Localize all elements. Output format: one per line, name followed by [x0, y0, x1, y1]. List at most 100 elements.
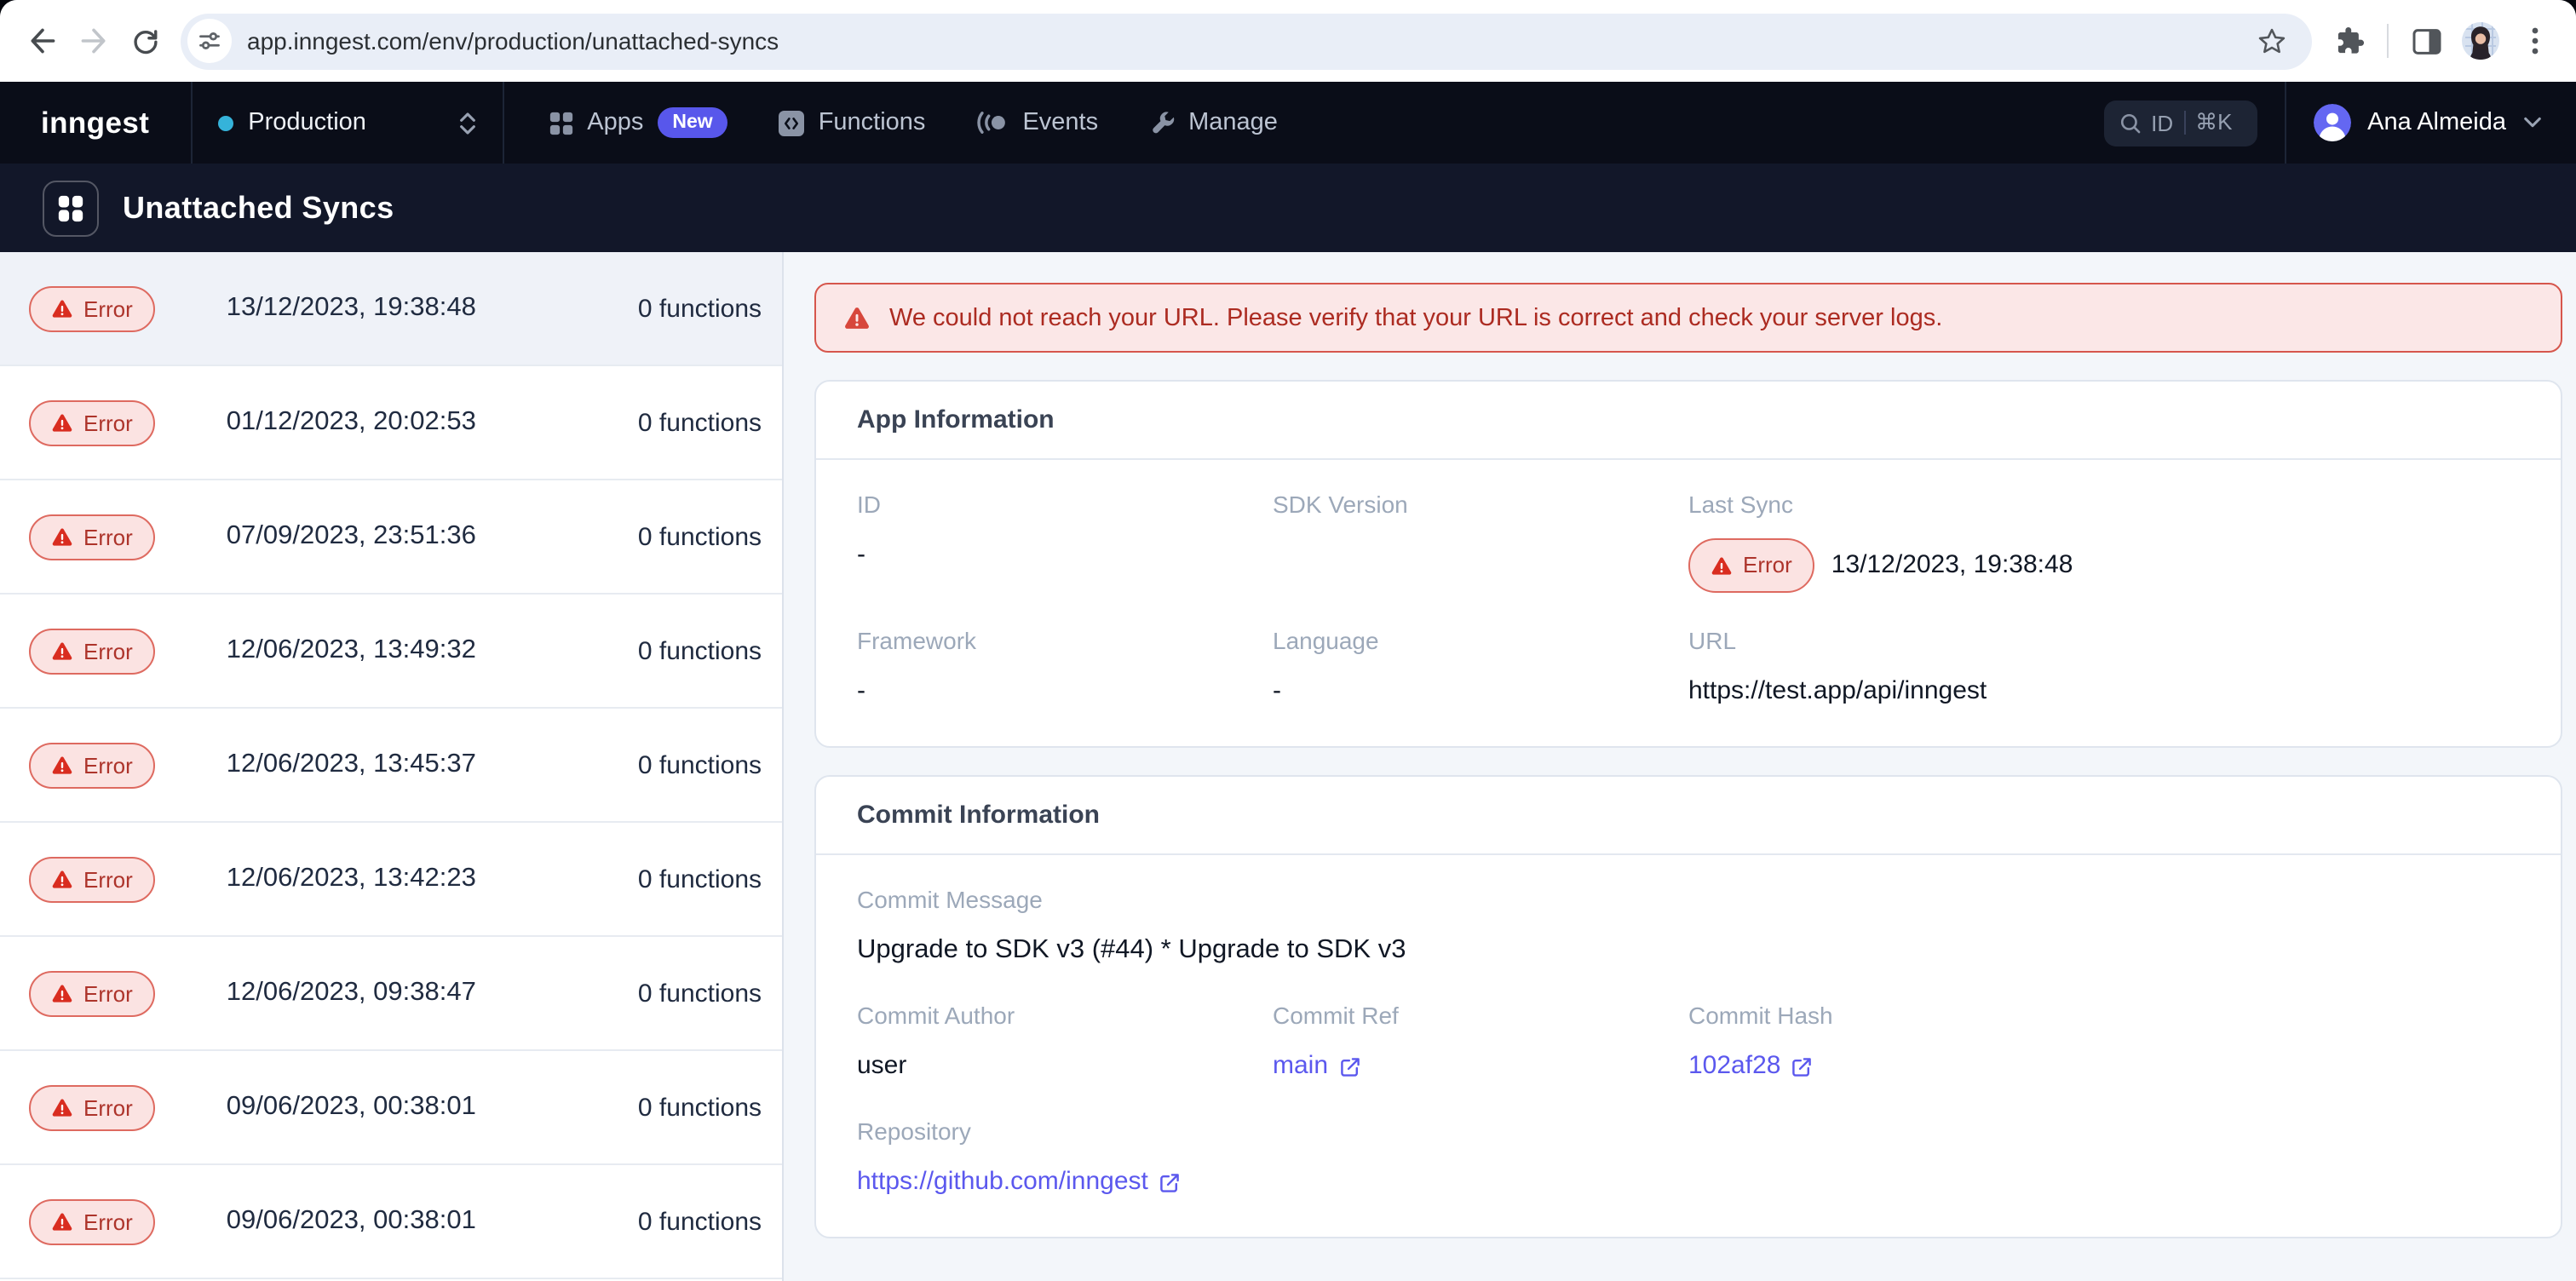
nav-item-events[interactable]: Events: [976, 109, 1098, 136]
star-icon: [2257, 26, 2286, 55]
commit-link[interactable]: main: [1273, 1049, 1360, 1083]
sync-list-item[interactable]: Error 01/12/2023, 20:02:53 0 functions: [0, 366, 782, 480]
user-menu[interactable]: Ana Almeida: [2286, 104, 2576, 141]
error-status-badge: Error: [1688, 538, 1814, 593]
error-banner: We could not reach your URL. Please veri…: [814, 283, 2562, 353]
puzzle-icon: [2335, 26, 2364, 55]
status-badge-label: Error: [83, 980, 133, 1006]
sync-functions-count: 0 functions: [638, 1093, 762, 1122]
bookmark-star-button[interactable]: [2247, 17, 2295, 65]
last-sync-timestamp: 13/12/2023, 19:38:48: [1831, 549, 2073, 583]
browser-toolbar: app.inngest.com/env/production/unattache…: [0, 0, 2576, 82]
external-link-icon: [1159, 1171, 1181, 1193]
field-label: ID: [857, 491, 1273, 520]
search-shortcut-box[interactable]: ID ⌘K: [2103, 100, 2257, 146]
inngest-logo[interactable]: inngest: [0, 105, 190, 141]
sync-list-item[interactable]: Error 12/06/2023, 09:38:47 0 functions: [0, 937, 782, 1051]
error-status-badge: Error: [29, 1198, 155, 1244]
app-info-row-2: Framework-Language-URLhttps://test.app/a…: [857, 627, 2520, 709]
field-value: 102af28: [1688, 1049, 2104, 1083]
side-panel-button[interactable]: [2402, 17, 2450, 65]
sync-list-item[interactable]: Error 09/06/2023, 00:38:01 0 functions: [0, 1051, 782, 1165]
field-value: user: [857, 1049, 1273, 1083]
warning-triangle-icon: [51, 982, 73, 1004]
toolbar-divider: [2387, 24, 2389, 58]
commit-message-value: Upgrade to SDK v3 (#44) * Upgrade to SDK…: [857, 933, 2520, 968]
field-value: https://test.app/api/inngest: [1688, 675, 2104, 709]
environment-selector[interactable]: Production: [192, 82, 502, 164]
events-signal-icon: [976, 111, 1009, 135]
main-panel: We could not reach your URL. Please veri…: [784, 252, 2576, 1281]
field-label: Language: [1273, 627, 1688, 656]
content: Error 13/12/2023, 19:38:48 0 functions E…: [0, 252, 2576, 1281]
sync-list-item[interactable]: Error 12/06/2023, 13:49:32 0 functions: [0, 595, 782, 709]
search-icon: [2119, 112, 2141, 134]
field-label: Last Sync: [1688, 491, 2104, 520]
field-label: Commit Message: [857, 886, 2520, 915]
sync-list-item[interactable]: Error 12/06/2023, 13:42:23 0 functions: [0, 823, 782, 937]
status-badge-label: Error: [83, 638, 133, 663]
sync-list-item[interactable]: Error 13/12/2023, 19:38:48 0 functions: [0, 252, 782, 366]
info-field: Commit Authoruser: [857, 1002, 1273, 1083]
field-label: Commit Hash: [1688, 1002, 2104, 1031]
field-value: Error 13/12/2023, 19:38:48: [1688, 538, 2104, 593]
search-id-label: ID: [2151, 110, 2173, 135]
back-arrow-icon: [27, 26, 58, 56]
browser-back-button[interactable]: [17, 15, 68, 66]
sync-list-item[interactable]: Error 12/06/2023, 13:45:37 0 functions: [0, 709, 782, 823]
warning-triangle-icon: [51, 297, 73, 319]
site-settings-button[interactable]: [187, 19, 232, 63]
app-window: app.inngest.com/env/production/unattache…: [0, 0, 2576, 1281]
field-label: Repository: [857, 1117, 2520, 1146]
info-field: SDK Version: [1273, 491, 1688, 593]
field-value: -: [857, 538, 1273, 572]
new-badge: New: [657, 107, 727, 138]
status-badge-label: Error: [83, 866, 133, 892]
error-banner-text: We could not reach your URL. Please veri…: [889, 304, 1942, 331]
user-name: Ana Almeida: [2367, 109, 2506, 136]
env-name: Production: [248, 109, 442, 136]
sync-functions-count: 0 functions: [638, 1207, 762, 1236]
nav-item-functions[interactable]: Functions: [779, 109, 926, 136]
nav-item-manage[interactable]: Manage: [1149, 109, 1278, 136]
sync-functions-count: 0 functions: [638, 865, 762, 893]
field-value: -: [1273, 675, 1688, 709]
unattached-syncs-grid-icon: [56, 193, 85, 222]
apps-grid-icon: [548, 110, 573, 135]
browser-reload-button[interactable]: [119, 15, 170, 66]
repository-field: Repository https://github.com/inngest: [857, 1117, 2520, 1199]
nav-divider: [502, 82, 503, 164]
info-field: Commit Refmain: [1273, 1002, 1688, 1083]
warning-triangle-icon: [1711, 554, 1733, 577]
field-label: SDK Version: [1273, 491, 1688, 520]
browser-menu-button[interactable]: [2511, 17, 2559, 65]
address-bar[interactable]: app.inngest.com/env/production/unattache…: [181, 13, 2312, 69]
sync-timestamp: 01/12/2023, 20:02:53: [227, 407, 476, 438]
side-panel-icon: [2412, 28, 2441, 54]
repository-link[interactable]: https://github.com/inngest: [857, 1165, 1181, 1199]
card-title: App Information: [816, 382, 2561, 460]
url-text: app.inngest.com/env/production/unattache…: [247, 27, 2247, 55]
browser-profile-button[interactable]: [2457, 17, 2504, 65]
info-field: Language -: [1273, 627, 1688, 709]
sync-list-item[interactable]: Error 09/06/2023, 00:38:01 0 functions: [0, 1165, 782, 1279]
external-link-icon: [1791, 1055, 1813, 1077]
search-shortcut: ⌘K: [2195, 109, 2232, 136]
sync-functions-count: 0 functions: [638, 294, 762, 323]
nav-item-apps[interactable]: Apps New: [548, 107, 727, 138]
commit-link[interactable]: 102af28: [1688, 1049, 1813, 1083]
extensions-button[interactable]: [2326, 17, 2373, 65]
sync-timestamp: 12/06/2023, 09:38:47: [227, 978, 476, 1008]
external-link-icon: [1338, 1055, 1360, 1077]
warning-triangle-icon: [51, 1210, 73, 1232]
warning-triangle-icon: [51, 640, 73, 662]
repository-url: https://github.com/inngest: [857, 1165, 1148, 1199]
sync-timestamp: 09/06/2023, 00:38:01: [227, 1092, 476, 1123]
nav-item-label: Manage: [1188, 109, 1278, 136]
nav-item-label: Events: [1022, 109, 1098, 136]
chevron-down-icon: [2523, 116, 2542, 129]
browser-forward-button[interactable]: [68, 15, 119, 66]
status-badge-label: Error: [83, 524, 133, 549]
status-badge-label: Error: [83, 1209, 133, 1234]
sync-list-item[interactable]: Error 07/09/2023, 23:51:36 0 functions: [0, 480, 782, 595]
